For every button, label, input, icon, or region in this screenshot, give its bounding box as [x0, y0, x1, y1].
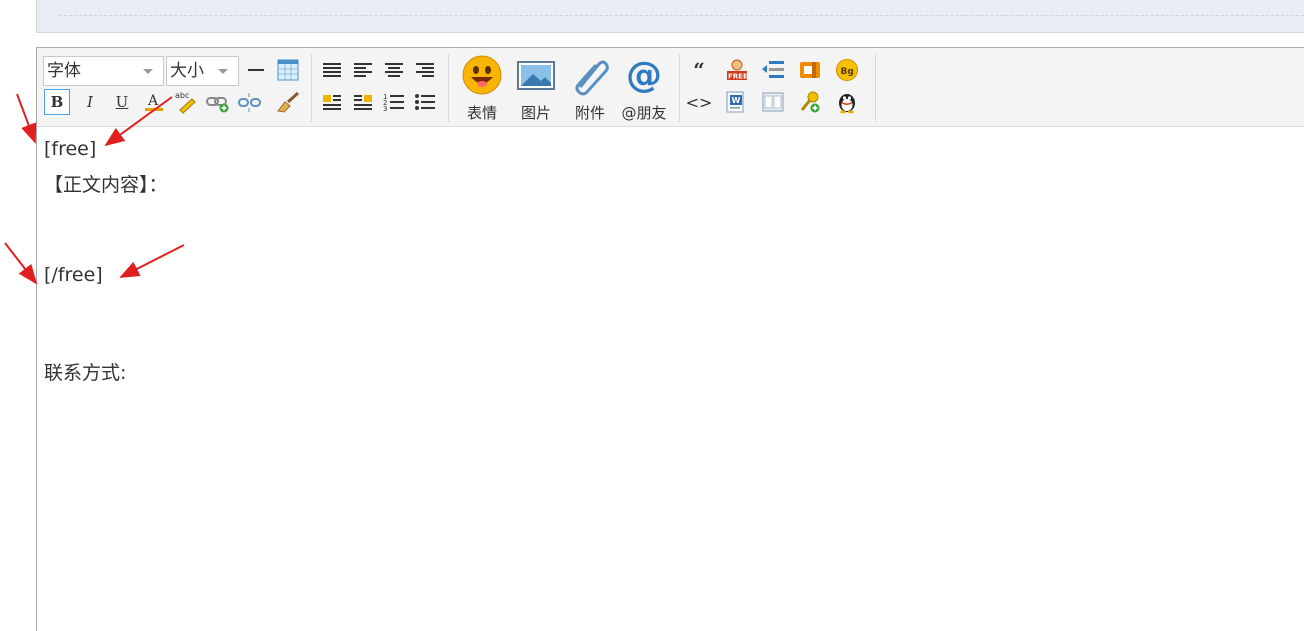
float-image-left-button[interactable]: [319, 89, 345, 115]
table-icon: [277, 59, 299, 81]
svg-text:@: @: [626, 55, 662, 96]
free-close-tag: [/free]: [44, 264, 103, 286]
underline-button[interactable]: U: [109, 89, 135, 115]
columns-button[interactable]: [760, 89, 786, 115]
italic-icon: I: [87, 93, 93, 111]
body-content-label: 【正文内容】：: [44, 174, 168, 196]
font-size-select[interactable]: 大小: [166, 56, 239, 86]
quote-button[interactable]: “: [686, 57, 712, 83]
top-panel: [36, 0, 1304, 33]
quote-icon: “: [693, 58, 705, 82]
bold-button[interactable]: B: [44, 89, 70, 115]
image-icon: [517, 61, 555, 90]
highlighter-icon: abc: [175, 91, 196, 114]
red-arrow-icon: [4, 242, 38, 285]
background-button[interactable]: Bg: [834, 57, 860, 83]
brush-icon: [277, 91, 300, 113]
qq-penguin-icon: [839, 94, 855, 114]
image-label: 图片: [520, 104, 551, 122]
free-open-tag: [free]: [44, 138, 97, 160]
collapse-icon: [762, 61, 784, 78]
image-button[interactable]: 图片: [511, 54, 561, 123]
paperclip-icon: [575, 60, 609, 96]
smiley-icon: [462, 55, 502, 95]
qq-button[interactable]: [834, 89, 860, 115]
clear-format-button[interactable]: [275, 89, 301, 115]
insert-link-button[interactable]: [205, 89, 231, 115]
float-left-icon: [323, 95, 341, 110]
svg-text:Bg: Bg: [841, 67, 854, 77]
align-left-button[interactable]: [350, 57, 376, 83]
svg-text:W: W: [732, 96, 741, 105]
underline-icon: U: [115, 93, 129, 111]
free-tag-button[interactable]: FREE: [724, 57, 750, 83]
svg-text:FREE: FREE: [728, 73, 748, 81]
align-right-icon: [416, 63, 434, 77]
link-icon: [206, 97, 229, 113]
emoji-label: 表情: [466, 104, 497, 122]
align-left-icon: [354, 63, 372, 77]
red-arrow-icon: [16, 93, 37, 144]
unordered-list-icon: [415, 94, 435, 110]
font-size-value: 大小: [170, 61, 204, 81]
emoji-button[interactable]: 表情: [457, 54, 507, 123]
toolbar-separator: [448, 54, 449, 122]
attachment-label: 附件: [574, 104, 605, 122]
unordered-list-button[interactable]: [412, 89, 438, 115]
hidden-content-button[interactable]: [797, 57, 823, 83]
italic-button[interactable]: I: [77, 89, 103, 115]
font-family-value: 字体: [47, 61, 81, 81]
editor-content[interactable]: [free] 【正文内容】： [/free] 联系方式:: [44, 136, 1304, 631]
bold-icon: B: [50, 93, 64, 111]
highlight-button[interactable]: abc: [173, 89, 199, 115]
insert-table-button[interactable]: [275, 57, 301, 83]
horizontal-rule-button[interactable]: [243, 57, 269, 83]
chevron-down-icon: [218, 69, 228, 74]
svg-text:abc: abc: [175, 91, 189, 100]
mention-friend-label: @朋友: [621, 104, 667, 122]
paste-from-word-button[interactable]: W: [724, 89, 750, 115]
dashed-divider: [59, 15, 1304, 16]
attachment-button[interactable]: 附件: [565, 54, 615, 123]
password-button[interactable]: [797, 89, 823, 115]
code-button[interactable]: <>: [685, 89, 713, 115]
font-family-select[interactable]: 字体: [43, 56, 164, 86]
bg-icon: Bg: [836, 59, 858, 81]
mention-friend-button[interactable]: @ @朋友: [619, 54, 669, 123]
code-icon: <>: [685, 92, 713, 112]
toolbar-separator: [875, 54, 876, 122]
font-color-button[interactable]: A: [141, 89, 167, 115]
align-justify-icon: [323, 63, 341, 77]
collapse-button[interactable]: [760, 57, 786, 83]
key-icon: [800, 91, 820, 113]
svg-text:3: 3: [383, 105, 387, 112]
free-tag-icon: FREE: [727, 59, 748, 81]
columns-icon: [762, 92, 784, 112]
word-icon: W: [726, 91, 744, 113]
toolbar-separator: [679, 54, 680, 122]
chevron-down-icon: [143, 69, 153, 74]
align-center-button[interactable]: [381, 57, 407, 83]
editor-toolbar: 字体 大小 B I U A abc 1 2 3 表情 图片 附件 @ @朋友 “…: [37, 48, 1304, 127]
horizontal-rule-icon: [248, 69, 264, 71]
unlink-icon: [238, 93, 261, 112]
toolbar-separator: [311, 54, 312, 122]
svg-text:A: A: [147, 93, 159, 109]
align-center-icon: [385, 63, 403, 77]
align-justify-button[interactable]: [319, 57, 345, 83]
remove-link-button[interactable]: [237, 89, 263, 115]
ordered-list-icon: 1 2 3: [383, 93, 404, 112]
float-image-right-button[interactable]: [350, 89, 376, 115]
contact-label: 联系方式:: [44, 362, 127, 384]
align-right-button[interactable]: [412, 57, 438, 83]
hide-icon: [800, 62, 820, 78]
float-right-icon: [354, 95, 372, 110]
ordered-list-button[interactable]: 1 2 3: [381, 89, 407, 115]
at-sign-icon: @: [626, 55, 662, 96]
font-color-icon: A: [145, 93, 163, 111]
rich-text-editor: 字体 大小 B I U A abc 1 2 3 表情 图片 附件 @ @朋友 “…: [36, 47, 1304, 631]
